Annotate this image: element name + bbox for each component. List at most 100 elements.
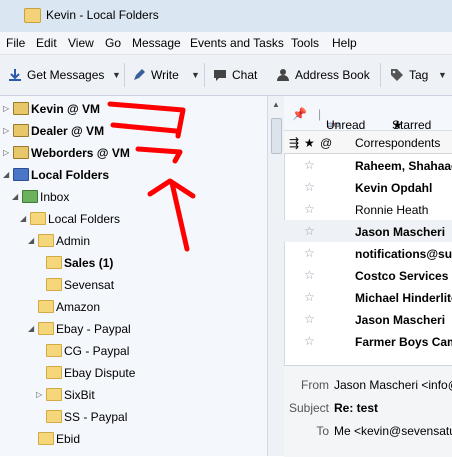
contact-icon	[277, 69, 289, 81]
folder-item-admin[interactable]: ◢ Admin	[0, 230, 267, 252]
title-bar: Kevin - Local Folders	[0, 0, 452, 33]
chevron-down-icon[interactable]: ▼	[438, 70, 447, 80]
folder-icon	[46, 256, 62, 269]
menu-go[interactable]: Go	[105, 36, 121, 50]
folder-item-sixbit[interactable]: ▷ SixBit	[0, 384, 267, 406]
star-outline-icon[interactable]: ☆	[304, 334, 315, 348]
to-value[interactable]: Me <kevin@sevensatu	[334, 424, 452, 438]
menu-events-and-tasks[interactable]: Events and Tasks	[190, 36, 284, 50]
folder-item-cg-paypal[interactable]: CG - Paypal	[0, 340, 267, 362]
menu-tools[interactable]: Tools	[291, 36, 319, 50]
menu-view[interactable]: View	[68, 36, 94, 50]
folder-item-sevensat[interactable]: Sevensat	[0, 274, 267, 296]
message-correspondent: Michael Hinderlite	[355, 291, 452, 305]
toolbar-divider	[380, 63, 381, 87]
message-row[interactable]: ☆ notifications@sup	[284, 242, 452, 264]
star-outline-icon[interactable]: ☆	[304, 202, 315, 216]
filter-divider: |	[318, 107, 322, 121]
message-correspondent: Kevin Opdahl	[355, 181, 433, 195]
message-row[interactable]: ☆ Raheem, Shahaad	[284, 154, 452, 176]
message-correspondent: Ronnie Heath	[355, 203, 429, 217]
folder-item-inbox[interactable]: ◢ Inbox	[0, 186, 267, 208]
folder-item-ebid[interactable]: Ebid	[0, 428, 267, 450]
message-row[interactable]: ☆ Farmer Boys Camp	[284, 330, 452, 352]
message-row-selected[interactable]: ☆ Jason Mascheri	[284, 220, 452, 242]
folder-label: Sevensat	[64, 278, 115, 292]
twisty-expanded-icon[interactable]: ◢	[3, 170, 9, 179]
folder-icon	[46, 344, 62, 357]
message-correspondent: Costco Services	[355, 269, 449, 283]
folder-label: Kevin @ VM	[31, 102, 101, 116]
thread-column-icon[interactable]: ⇶	[289, 136, 299, 150]
chat-bubble-icon	[214, 70, 226, 81]
get-messages-button[interactable]: Get Messages	[8, 68, 104, 82]
star-outline-icon[interactable]: ☆	[304, 158, 315, 172]
folder-item-dealer-vm[interactable]: ▷ Dealer @ VM	[0, 120, 267, 142]
message-row[interactable]: ☆ Ronnie Heath	[284, 198, 452, 220]
menu-help[interactable]: Help	[332, 36, 357, 50]
menu-message[interactable]: Message	[132, 36, 181, 50]
scrollbar-thumb[interactable]	[271, 118, 282, 154]
folder-label: Dealer @ VM	[31, 124, 105, 138]
folder-item-ebay-dispute[interactable]: Ebay Dispute	[0, 362, 267, 384]
main-toolbar: Get Messages ▼ Write ▼ Chat Address Book…	[0, 55, 452, 96]
write-label: Write	[151, 68, 179, 82]
folder-label: SS - Paypal	[64, 410, 128, 424]
folder-label: Admin	[56, 234, 91, 248]
menu-edit[interactable]: Edit	[36, 36, 57, 50]
message-row[interactable]: ☆ Costco Services	[284, 264, 452, 286]
mail-account-icon	[13, 124, 29, 137]
twisty-collapsed-icon[interactable]: ▷	[3, 126, 9, 135]
star-outline-icon[interactable]: ☆	[304, 312, 315, 326]
star-outline-icon[interactable]: ☆	[304, 290, 315, 304]
chevron-down-icon[interactable]: ▼	[112, 70, 121, 80]
from-value[interactable]: Jason Mascheri <info@	[334, 378, 452, 392]
message-row[interactable]: ☆ Jason Mascheri	[284, 308, 452, 330]
attachment-column-icon[interactable]: @	[320, 136, 332, 150]
message-row[interactable]: ☆ Kevin Opdahl	[284, 176, 452, 198]
folder-item-ebay-paypal[interactable]: ◢ Ebay - Paypal	[0, 318, 267, 340]
to-label: To	[316, 424, 329, 438]
computer-icon	[13, 168, 29, 181]
twisty-expanded-icon[interactable]: ◢	[12, 192, 18, 201]
folder-pane-scrollbar[interactable]: ▲	[267, 96, 285, 456]
twisty-collapsed-icon[interactable]: ▷	[36, 390, 42, 399]
pin-icon[interactable]: 📌	[292, 107, 307, 121]
folder-item-weborders-vm[interactable]: ▷ Weborders @ VM	[0, 142, 267, 164]
tag-button[interactable]: Tag	[390, 68, 428, 82]
download-icon	[9, 69, 21, 81]
folder-item-local-folders-sub[interactable]: ◢ Local Folders	[0, 208, 267, 230]
folder-item-amazon[interactable]: Amazon	[0, 296, 267, 318]
message-correspondent: Farmer Boys Camp	[355, 335, 452, 349]
folder-label: Amazon	[56, 300, 101, 314]
star-outline-icon[interactable]: ☆	[304, 268, 315, 282]
window-title: Kevin - Local Folders	[46, 8, 159, 22]
message-correspondent: Jason Mascheri	[355, 225, 446, 239]
twisty-expanded-icon[interactable]: ◢	[28, 324, 34, 333]
scroll-up-icon[interactable]: ▲	[272, 100, 280, 109]
chevron-down-icon[interactable]: ▼	[191, 70, 200, 80]
write-button[interactable]: Write	[132, 68, 179, 82]
folder-item-sales[interactable]: Sales (1)	[0, 252, 267, 274]
correspondents-column[interactable]: Correspondents	[355, 136, 440, 150]
address-book-button[interactable]: Address Book	[276, 68, 370, 82]
twisty-expanded-icon[interactable]: ◢	[28, 236, 34, 245]
message-correspondent: Jason Mascheri	[355, 313, 446, 327]
chat-button[interactable]: Chat	[213, 68, 257, 82]
folder-icon	[38, 322, 54, 335]
mail-account-icon	[13, 102, 29, 115]
star-column-icon[interactable]: ★	[304, 136, 315, 150]
folder-item-kevin-vm[interactable]: ▷ Kevin @ VM	[0, 98, 267, 120]
twisty-collapsed-icon[interactable]: ▷	[3, 148, 9, 157]
star-outline-icon[interactable]: ☆	[304, 180, 315, 194]
star-outline-icon[interactable]: ☆	[304, 224, 315, 238]
folder-label: Sales (1)	[64, 256, 114, 270]
folder-item-local-folders[interactable]: ◢ Local Folders	[0, 164, 267, 186]
star-outline-icon[interactable]: ☆	[304, 246, 315, 260]
message-row[interactable]: ☆ Michael Hinderlite	[284, 286, 452, 308]
get-messages-label: Get Messages	[27, 68, 105, 82]
twisty-collapsed-icon[interactable]: ▷	[3, 104, 9, 113]
folder-item-ss-paypal[interactable]: SS - Paypal	[0, 406, 267, 428]
twisty-expanded-icon[interactable]: ◢	[20, 214, 26, 223]
menu-file[interactable]: File	[6, 36, 25, 50]
